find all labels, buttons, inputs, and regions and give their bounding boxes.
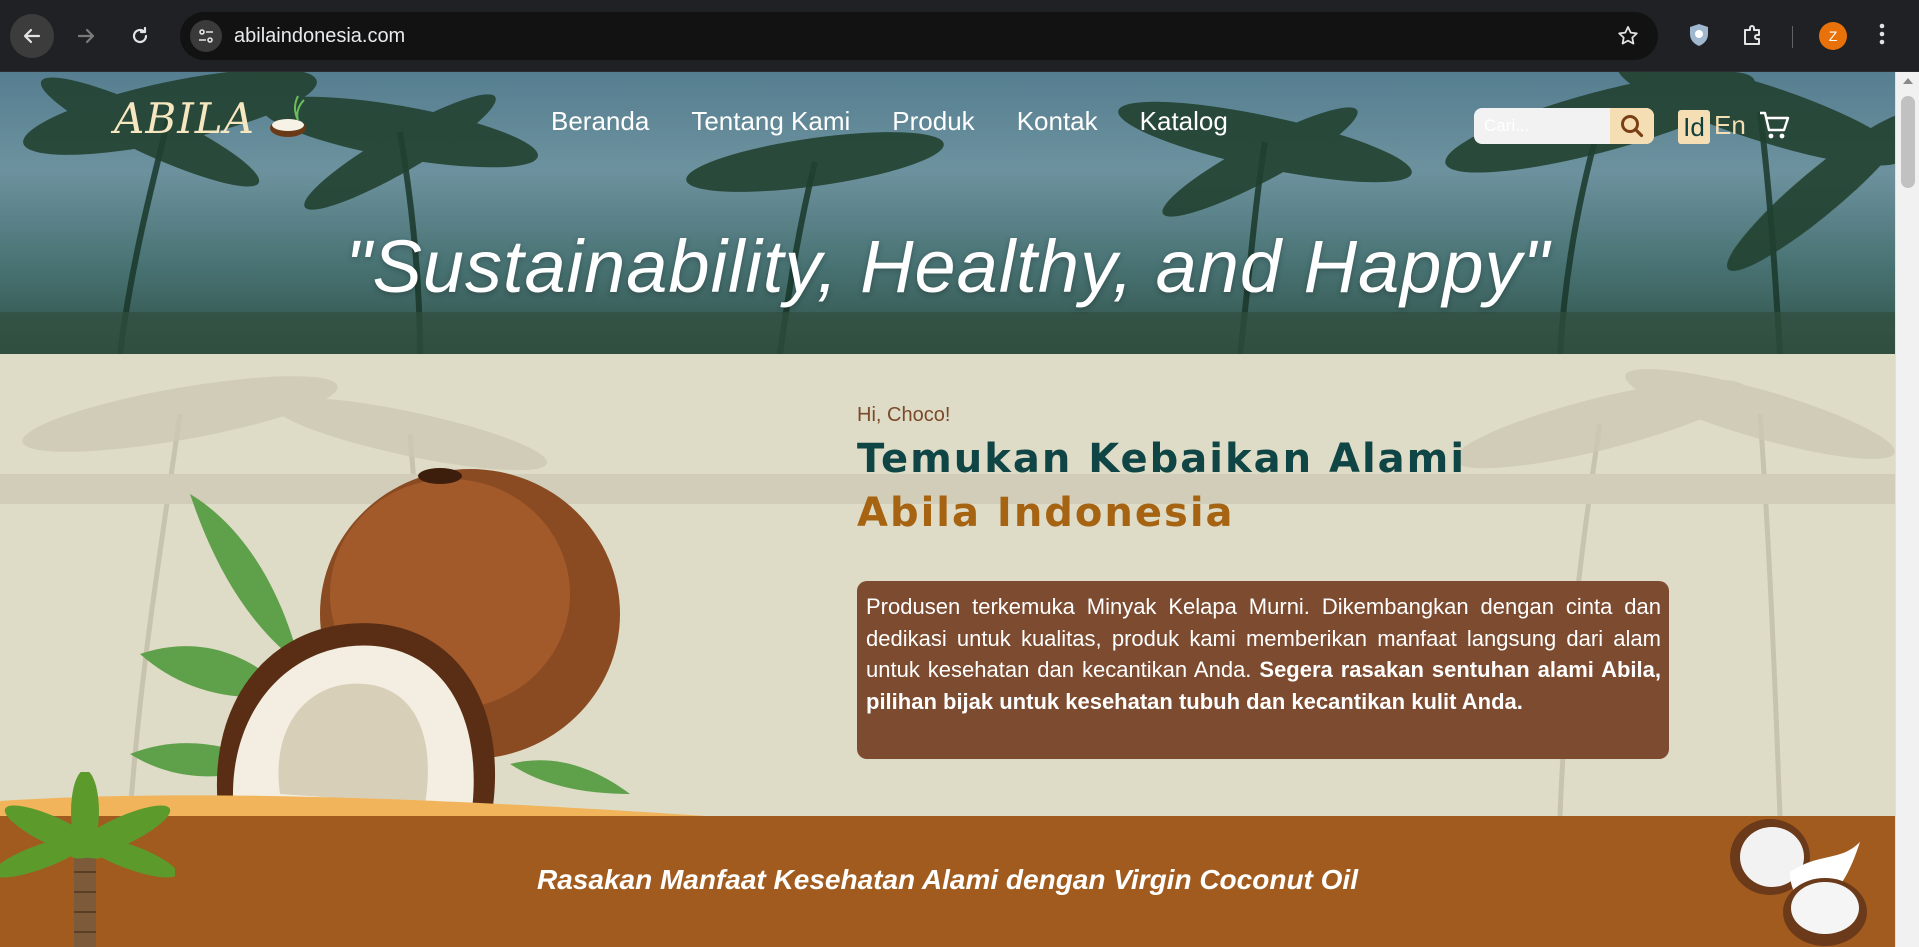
nav-kontak[interactable]: Kontak (1017, 106, 1098, 137)
page-scrollbar[interactable] (1895, 72, 1919, 947)
hero-tagline: "Sustainability, Healthy, and Happy" (345, 225, 1550, 308)
promo-banner-text: Rasakan Manfaat Kesehatan Alami dengan V… (537, 864, 1358, 895)
lang-id-button[interactable]: Id (1678, 110, 1710, 144)
coconut-illustration-icon (130, 464, 670, 816)
web-page: ABILA Beranda Tentang Kami Produk Kontak… (0, 72, 1895, 947)
greeting-text: Hi, Choco! (857, 404, 951, 426)
toolbar-divider (1792, 26, 1793, 48)
browser-toolbar: abilaindonesia.com Z (0, 0, 1919, 72)
reload-icon[interactable] (118, 14, 162, 58)
address-bar[interactable]: abilaindonesia.com (180, 12, 1658, 60)
about-section: Hi, Choco! Temukan Kebaikan Alami Abila … (0, 354, 1895, 816)
hero-section: ABILA Beranda Tentang Kami Produk Kontak… (0, 72, 1895, 354)
main-nav: Beranda Tentang Kami Produk Kontak Katal… (551, 106, 1228, 137)
forward-arrow-icon[interactable] (64, 14, 108, 58)
search-box (1474, 108, 1654, 144)
search-input[interactable] (1474, 108, 1610, 144)
nav-katalog[interactable]: Katalog (1140, 106, 1228, 137)
profile-avatar[interactable]: Z (1819, 22, 1847, 50)
search-button[interactable] (1610, 108, 1654, 144)
puzzle-extensions-icon[interactable] (1740, 22, 1766, 52)
coconut-bowl-logo-icon (268, 92, 316, 148)
brand-heading: Abila Indonesia (857, 490, 1235, 536)
abila-logo[interactable]: ABILA (114, 94, 255, 143)
cart-icon[interactable] (1758, 108, 1792, 146)
bookmark-star-icon[interactable] (1616, 24, 1640, 52)
main-heading: Temukan Kebaikan Alami (857, 436, 1467, 482)
site-info-icon[interactable] (190, 20, 222, 52)
scroll-up-arrow-icon[interactable] (1903, 78, 1913, 84)
kebab-menu-icon[interactable] (1878, 22, 1886, 50)
nav-tentang-kami[interactable]: Tentang Kami (691, 106, 850, 137)
url-text[interactable]: abilaindonesia.com (234, 25, 405, 48)
search-icon (1621, 115, 1644, 138)
lang-en-button[interactable]: En (1714, 110, 1746, 141)
nav-produk[interactable]: Produk (892, 106, 974, 137)
palm-tree-icon (0, 770, 178, 947)
scrollbar-thumb[interactable] (1901, 96, 1915, 188)
nav-beranda[interactable]: Beranda (551, 106, 649, 137)
shield-extension-icon[interactable] (1687, 22, 1711, 52)
coconut-milk-splash-icon (1730, 812, 1870, 947)
description-box: Produsen terkemuka Minyak Kelapa Murni. … (857, 581, 1669, 759)
back-arrow-icon[interactable] (10, 14, 54, 58)
